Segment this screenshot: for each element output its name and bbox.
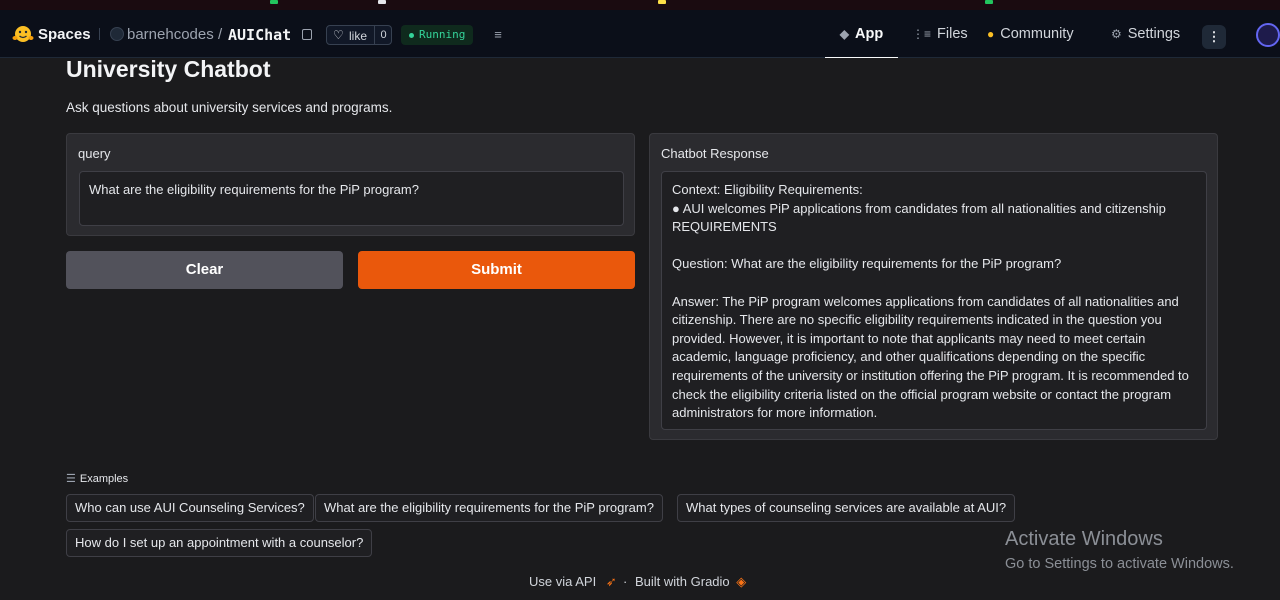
heart-icon: ♡	[333, 28, 344, 42]
gradio-label: Built with Gradio	[635, 574, 730, 589]
tab-files[interactable]: ⋮≡ Files	[912, 10, 968, 58]
activate-windows-title: Activate Windows	[1005, 528, 1163, 550]
header-divider	[99, 28, 100, 40]
list-icon: ☰	[66, 473, 76, 485]
response-line: Context: Eligibility Requirements:	[672, 182, 863, 197]
response-panel: Chatbot Response Context: Eligibility Re…	[649, 133, 1218, 440]
page-title: University Chatbot	[66, 56, 271, 82]
example-button[interactable]: What types of counseling services are av…	[677, 494, 1016, 522]
repo-link[interactable]: AUIChat	[228, 26, 291, 44]
page-description: Ask questions about university services …	[66, 100, 393, 115]
example-button[interactable]: Who can use AUI Counseling Services?	[66, 494, 314, 522]
app-body: University Chatbot Ask questions about u…	[0, 56, 1280, 600]
copy-icon[interactable]	[302, 29, 312, 40]
cube-icon: ◆	[839, 26, 850, 41]
tab-settings-label: Settings	[1127, 26, 1181, 42]
response-line: ● AUI welcomes PiP applications from can…	[672, 200, 1166, 235]
footer-separator: ·	[623, 574, 628, 589]
browser-strip	[0, 0, 1280, 10]
tab-community-label: Community	[1000, 26, 1074, 42]
more-options-icon[interactable]: ⋮	[1202, 25, 1226, 49]
response-label: Chatbot Response	[661, 146, 769, 161]
spaces-link[interactable]: Spaces	[38, 26, 91, 43]
gradio-link[interactable]: Built with Gradio ◈	[635, 574, 746, 590]
gear-icon: ⚙	[1111, 27, 1122, 41]
response-line: Answer: The PiP program welcomes applica…	[672, 293, 1189, 421]
examples-header: ☰ Examples	[66, 472, 128, 485]
list-menu-icon[interactable]: ≡	[488, 25, 508, 45]
activate-windows-subtitle: Go to Settings to activate Windows.	[1005, 556, 1234, 572]
example-button[interactable]: How do I set up an appointment with a co…	[66, 529, 373, 557]
tab-app-label: App	[855, 25, 884, 42]
owner-avatar-icon	[110, 27, 124, 41]
examples-label: Examples	[79, 473, 129, 485]
like-label: like	[349, 29, 368, 43]
use-api-link[interactable]: Use via API ➶	[529, 574, 617, 590]
response-output: Context: Eligibility Requirements: ● AUI…	[661, 171, 1207, 430]
gradio-logo-icon: ◈	[736, 574, 747, 589]
hugging-face-logo-icon[interactable]	[12, 24, 34, 44]
tab-settings[interactable]: ⚙ Settings	[1111, 10, 1180, 58]
response-line: Question: What are the eligibility requi…	[672, 256, 1062, 272]
owner-link[interactable]: barnehcodes	[127, 26, 214, 43]
user-avatar[interactable]	[1256, 23, 1280, 47]
status-badge: Running	[401, 25, 474, 45]
query-panel: query What are the eligibility requireme…	[66, 133, 635, 236]
clear-button[interactable]: Clear	[66, 251, 343, 289]
hf-header: Spaces barnehcodes / AUIChat ♡ like 0 Ru…	[0, 10, 1280, 58]
response-line	[672, 274, 1196, 293]
use-api-label: Use via API	[529, 574, 597, 589]
path-separator: /	[218, 26, 223, 43]
tab-community[interactable]: ● Community	[987, 10, 1074, 58]
rocket-icon: ➶	[605, 574, 617, 589]
tab-files-label: Files	[937, 26, 968, 42]
example-button[interactable]: What are the eligibility requirements fo…	[315, 494, 663, 522]
tab-app[interactable]: ◆ App	[825, 10, 898, 58]
like-count: 0	[374, 26, 392, 44]
response-line	[672, 237, 1196, 256]
query-input[interactable]: What are the eligibility requirements fo…	[79, 171, 624, 226]
query-label: query	[78, 146, 111, 161]
files-icon: ⋮≡	[912, 27, 932, 41]
community-icon: ●	[987, 27, 995, 41]
submit-button[interactable]: Submit	[358, 251, 635, 289]
like-button[interactable]: ♡ like 0	[326, 25, 392, 45]
